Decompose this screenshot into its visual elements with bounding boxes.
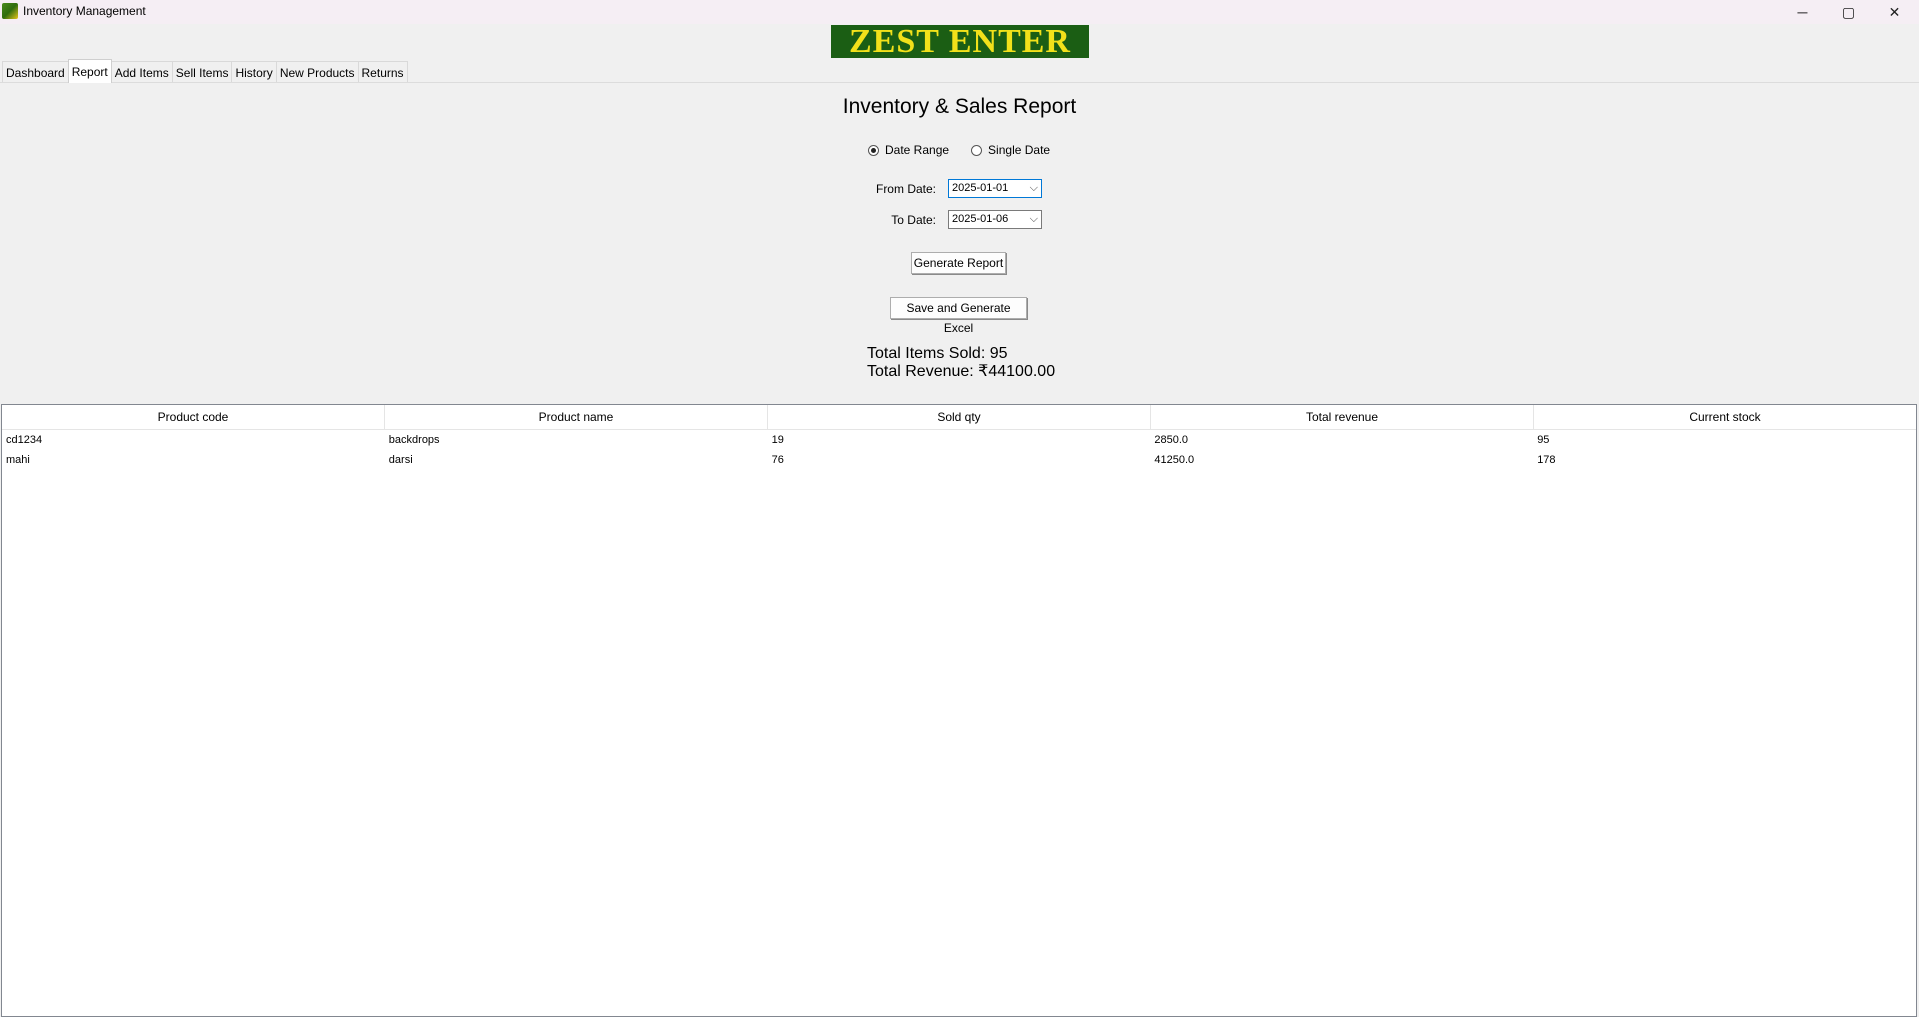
total-revenue: Total Revenue: ₹44100.00 [867, 363, 1056, 380]
report-title: Inventory & Sales Report [842, 95, 1077, 118]
cell-product-name: darsi [388, 454, 413, 466]
cell-product-code: cd1234 [6, 434, 43, 446]
cell-total-revenue: 2850.0 [1154, 434, 1189, 446]
from-date-label: From Date: [875, 182, 936, 196]
column-header-total-revenue[interactable]: Total revenue [1151, 405, 1534, 429]
table-row[interactable]: mahi darsi 76 41250.0 178 [2, 450, 1916, 470]
maximize-button[interactable]: ▢ [1826, 0, 1871, 24]
tab-report[interactable]: Report [67, 59, 112, 83]
report-table[interactable]: Product code Product name Sold qty Total… [1, 404, 1917, 1017]
to-date-picker[interactable]: 2025-01-06 ⌵ [948, 210, 1042, 229]
total-items-sold: Total Items Sold: 95 [867, 345, 1008, 362]
tab-new-products[interactable]: New Products [275, 61, 359, 82]
cell-product-code: mahi [6, 454, 30, 466]
minimize-icon: ─ [1797, 4, 1808, 20]
single-date-radio[interactable]: Single Date [971, 143, 1050, 157]
tab-bar: Dashboard Report Add Items Sell Items Hi… [2, 59, 408, 83]
to-date-value: 2025-01-06 [952, 213, 1009, 225]
single-date-label: Single Date [988, 143, 1051, 157]
chevron-down-icon[interactable]: ⌵ [1030, 180, 1038, 197]
from-date-picker[interactable]: 2025-01-01 ⌵ [948, 179, 1042, 198]
tab-dashboard[interactable]: Dashboard [2, 61, 69, 82]
brand-logo: ZEST ENTER [831, 25, 1089, 58]
cell-total-revenue: 41250.0 [1154, 454, 1195, 466]
from-date-value: 2025-01-01 [952, 182, 1009, 194]
to-date-label: To Date: [891, 213, 936, 227]
maximize-icon: ▢ [1841, 3, 1856, 20]
tab-returns[interactable]: Returns [357, 61, 408, 82]
radio-unchecked-icon [971, 144, 983, 156]
column-header-product-code[interactable]: Product code [2, 405, 385, 429]
close-button[interactable]: ✕ [1872, 0, 1917, 24]
column-header-current-stock[interactable]: Current stock [1534, 405, 1916, 429]
cell-sold-qty: 19 [771, 434, 784, 446]
report-totals: Total Items Sold: 95 Total Revenue: ₹441… [867, 345, 1055, 381]
table-header: Product code Product name Sold qty Total… [2, 405, 1916, 430]
cell-current-stock: 178 [1537, 454, 1556, 466]
radio-checked-icon [868, 144, 879, 156]
tab-add-items[interactable]: Add Items [110, 61, 173, 82]
cell-current-stock: 95 [1537, 434, 1550, 446]
close-icon: ✕ [1888, 3, 1901, 20]
table-row[interactable]: cd1234 backdrops 19 2850.0 95 [2, 430, 1916, 450]
minimize-button[interactable]: ─ [1780, 0, 1825, 24]
tab-sell-items[interactable]: Sell Items [171, 61, 233, 82]
date-range-radio[interactable]: Date Range [868, 143, 949, 157]
report-mode-group: Date Range Single Date [868, 143, 1072, 157]
column-header-product-name[interactable]: Product name [385, 405, 768, 429]
cell-product-name: backdrops [388, 434, 440, 446]
column-header-sold-qty[interactable]: Sold qty [768, 405, 1151, 429]
title-bar: Inventory Management ─ ▢ ✕ [0, 0, 1919, 24]
cell-sold-qty: 76 [771, 454, 784, 466]
chevron-down-icon[interactable]: ⌵ [1030, 211, 1038, 228]
save-excel-button[interactable]: Save and Generate Excel [890, 297, 1027, 335]
date-range-label: Date Range [885, 143, 950, 157]
window-title: Inventory Management [23, 4, 146, 18]
generate-report-button[interactable]: Generate Report [911, 252, 1006, 274]
tab-history[interactable]: History [231, 61, 277, 82]
app-logo-icon [2, 3, 18, 19]
